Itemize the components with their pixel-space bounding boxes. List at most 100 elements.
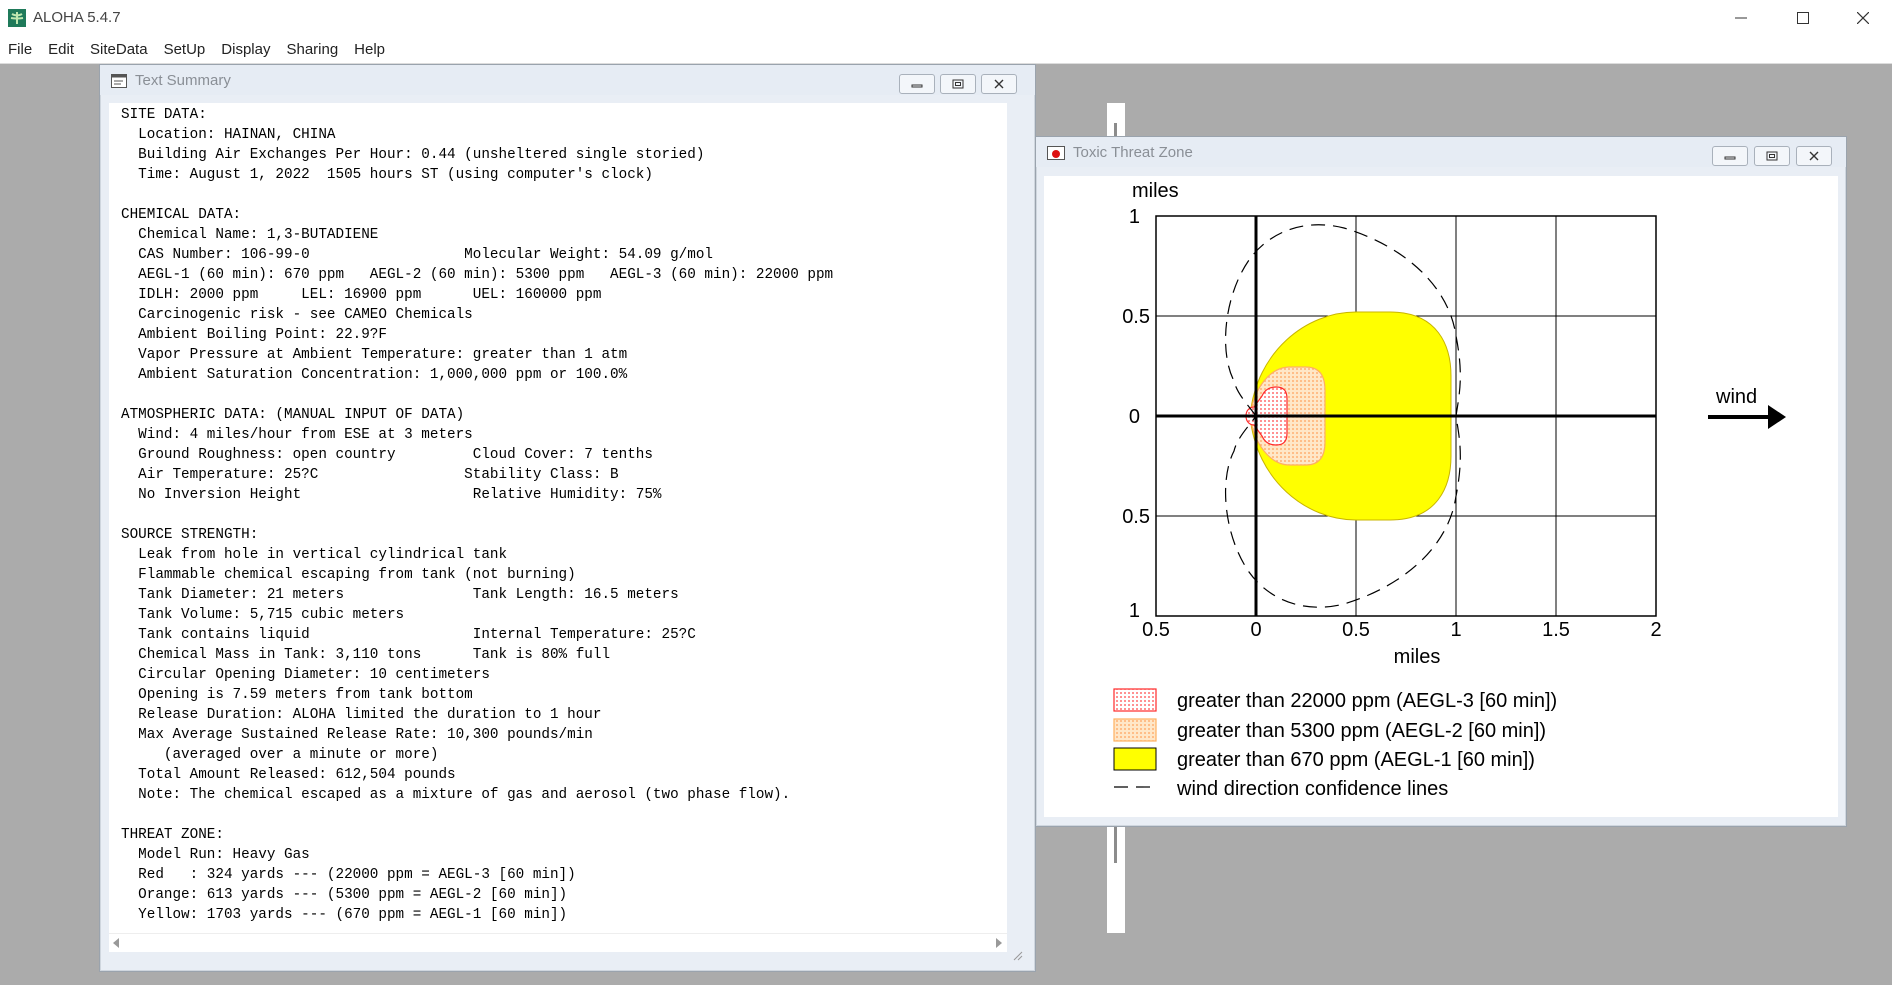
scroll-right-icon[interactable] [995,938,1003,948]
summary-line: Ambient Boiling Point: 22.9?F [121,327,387,343]
legend-label-aegl2: greater than 5300 ppm (AEGL-2 [60 min]) [1177,720,1546,742]
threat-zone-window-icon [1047,146,1065,160]
summary-line: Orange: 613 yards --- (5300 ppm = AEGL-2… [121,887,568,903]
menu-file[interactable]: File [0,36,40,63]
text-summary-minimize-button[interactable] [899,74,935,94]
maximize-icon [1797,12,1809,24]
text-window-icon [111,74,127,88]
x-tick-label: 2 [1650,619,1661,641]
summary-line: No Inversion Height Relative Humidity: 7… [121,487,662,503]
summary-line: CHEMICAL DATA: [121,207,242,223]
x-tick-label: 1 [1450,619,1461,641]
legend-swatch-aegl2 [1113,718,1157,742]
summary-line: Total Amount Released: 612,504 pounds [121,767,456,783]
summary-line: Time: August 1, 2022 1505 hours ST (usin… [121,167,653,183]
threat-zone-title: Toxic Threat Zone [1073,144,1193,161]
menu-help[interactable]: Help [346,36,393,63]
y-tick-label: 0.5 [1122,506,1150,528]
resize-grip-icon[interactable] [1011,949,1023,961]
text-summary-window[interactable]: Text Summary SITE DATA: Location: HAINAN… [99,64,1125,972]
menu-edit[interactable]: Edit [40,36,82,63]
scroll-left-icon[interactable] [112,938,120,948]
summary-line: Tank contains liquid Internal Temperatur… [121,627,696,643]
summary-line: Leak from hole in vertical cylindrical t… [121,547,508,563]
legend-swatch-aegl3 [1113,688,1157,712]
horizontal-scrollbar[interactable] [109,933,1007,952]
restore-icon [1766,151,1778,161]
summary-line: Max Average Sustained Release Rate: 10,3… [121,727,593,743]
x-tick-label: 0.5 [1142,619,1170,641]
close-button[interactable] [1840,0,1886,36]
summary-line: IDLH: 2000 ppm LEL: 16900 ppm UEL: 16000… [121,287,602,303]
summary-line: Building Air Exchanges Per Hour: 0.44 (u… [121,147,705,163]
x-tick-label: 0 [1250,619,1261,641]
summary-line: Chemical Name: 1,3-BUTADIENE [121,227,379,243]
x-tick-label: 0.5 [1342,619,1370,641]
summary-line: (averaged over a minute or more) [121,747,439,763]
restore-icon [952,79,964,89]
text-summary-content[interactable]: SITE DATA: Location: HAINAN, CHINA Build… [109,103,1007,933]
wind-arrow-icon [1708,405,1786,429]
minimize-icon [1724,156,1736,160]
summary-line: Tank Diameter: 21 meters Tank Length: 16… [121,587,679,603]
summary-line: Carcinogenic risk - see CAMEO Chemicals [121,307,473,323]
summary-line: Release Duration: ALOHA limited the dura… [121,707,602,723]
threat-zone-minimize-button[interactable] [1712,146,1748,166]
app-title: ALOHA 5.4.7 [33,9,121,26]
y-tick-label: 0 [1129,406,1140,428]
close-icon [994,79,1004,89]
maximize-button[interactable] [1780,0,1826,36]
menu-setup[interactable]: SetUp [156,36,214,63]
summary-line: Chemical Mass in Tank: 3,110 tons Tank i… [121,647,611,663]
summary-line: Circular Opening Diameter: 10 centimeter… [121,667,490,683]
x-tick-label: 1.5 [1542,619,1570,641]
text-summary-restore-button[interactable] [940,74,976,94]
menu-sitedata[interactable]: SiteData [82,36,156,63]
menubar: File Edit SiteData SetUp Display Sharing… [0,36,1892,64]
threat-zone-close-button[interactable] [1796,146,1832,166]
x-axis-unit-label: miles [1394,646,1441,668]
y-tick-label: 1 [1129,600,1140,622]
summary-line: SOURCE STRENGTH: [121,527,259,543]
threat-zone-window[interactable]: Toxic Threat Zone miles 1 0.5 0 0.5 1 0.… [1035,136,1847,827]
close-icon [1857,12,1869,24]
text-summary-close-button[interactable] [981,74,1017,94]
app-titlebar: ALOHA 5.4.7 [0,0,1892,36]
summary-line: Vapor Pressure at Ambient Temperature: g… [121,347,628,363]
aloha-logo-icon [8,9,26,27]
summary-line: Yellow: 1703 yards --- (670 ppm = AEGL-1… [121,907,568,923]
minimize-icon [911,84,923,88]
summary-line: Air Temperature: 25?C Stability Class: B [121,467,619,483]
summary-line: AEGL-1 (60 min): 670 ppm AEGL-2 (60 min)… [121,267,834,283]
summary-line: Note: The chemical escaped as a mixture … [121,787,791,803]
summary-line: CAS Number: 106-99-0 Molecular Weight: 5… [121,247,713,263]
summary-line: Ambient Saturation Concentration: 1,000,… [121,367,628,383]
y-tick-label: 1 [1129,206,1140,228]
summary-line: Red : 324 yards --- (22000 ppm = AEGL-3 … [121,867,576,883]
legend-label-aegl3: greater than 22000 ppm (AEGL-3 [60 min]) [1177,690,1557,712]
summary-line: SITE DATA: [121,107,207,123]
summary-text: SITE DATA: Location: HAINAN, CHINA Build… [121,105,833,925]
threat-zone-titlebar[interactable]: Toxic Threat Zone [1036,137,1846,167]
y-axis-unit-label: miles [1132,180,1179,202]
summary-line: Model Run: Heavy Gas [121,847,310,863]
summary-line: Flammable chemical escaping from tank (n… [121,567,576,583]
summary-line: Wind: 4 miles/hour from ESE at 3 meters [121,427,473,443]
legend-label-confidence-lines: wind direction confidence lines [1176,778,1448,800]
menu-display[interactable]: Display [213,36,278,63]
threat-zone-restore-button[interactable] [1754,146,1790,166]
summary-line: Tank Volume: 5,715 cubic meters [121,607,405,623]
threat-zone-plot-area: miles 1 0.5 0 0.5 1 0.5 0 0.5 1 1.5 2 mi… [1044,176,1838,817]
summary-line: Opening is 7.59 meters from tank bottom [121,687,473,703]
legend-swatch-aegl1 [1113,747,1157,771]
threat-zone-plot: miles 1 0.5 0 0.5 1 0.5 0 0.5 1 1.5 2 mi… [1113,180,1786,800]
y-tick-label: 0.5 [1122,306,1150,328]
text-summary-titlebar[interactable]: Text Summary [100,65,1035,95]
menu-sharing[interactable]: Sharing [278,36,346,63]
summary-line: THREAT ZONE: [121,827,224,843]
summary-line: Ground Roughness: open country Cloud Cov… [121,447,653,463]
minimize-button[interactable] [1718,0,1764,36]
summary-line: Location: HAINAN, CHINA [121,127,336,143]
legend-label-aegl1: greater than 670 ppm (AEGL-1 [60 min]) [1177,749,1535,771]
close-icon [1809,151,1819,161]
